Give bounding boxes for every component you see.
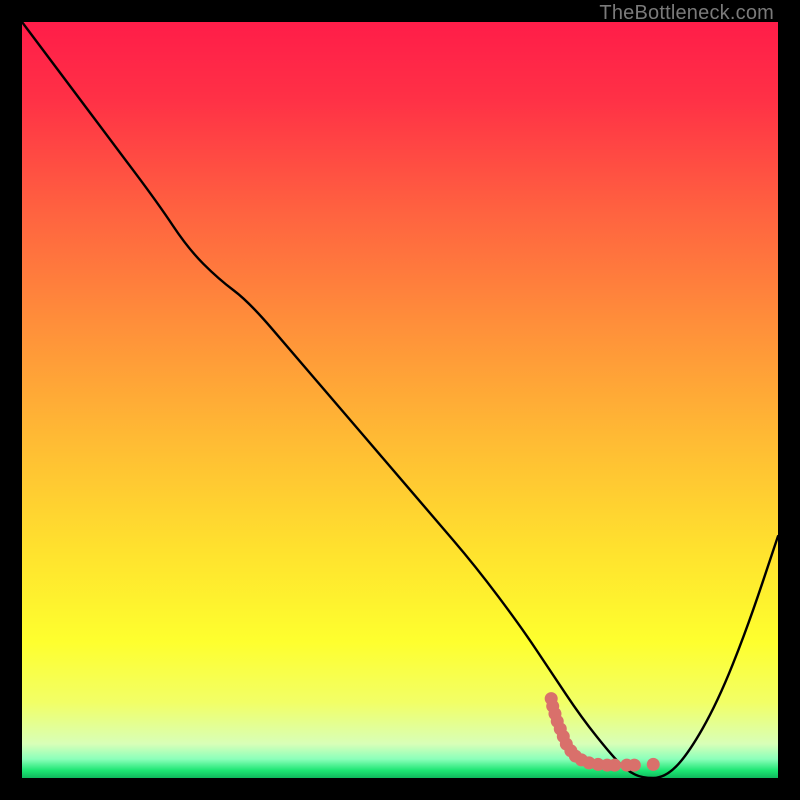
highlight-dot: [647, 758, 660, 771]
gradient-background: [22, 22, 778, 778]
bottleneck-chart: [22, 22, 778, 778]
highlight-dot: [628, 759, 641, 772]
chart-frame: [22, 22, 778, 778]
highlight-dot: [608, 759, 621, 772]
